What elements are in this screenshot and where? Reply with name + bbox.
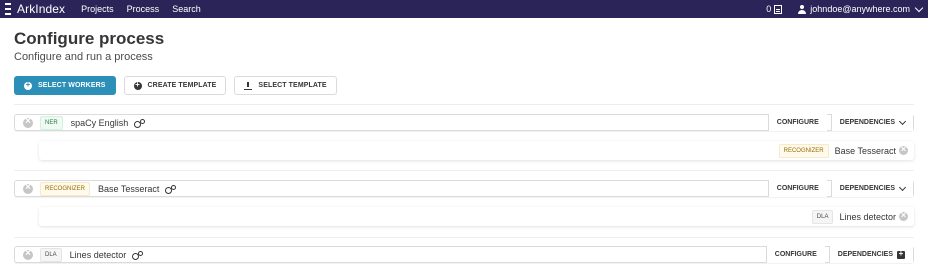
plus-circle-icon [133,80,142,90]
dependencies-label: DEPENDENCIES [837,251,893,258]
configure-button[interactable]: CONFIGURE [767,180,827,197]
nav-link-process[interactable]: Process [127,4,160,14]
navbar-right: 0 johndoe@anywhere.com [766,0,924,18]
worker-type-badge: DLA [40,247,62,262]
dependency-type-badge: DLA [811,209,834,224]
top-navbar: ArkIndex Projects Process Search 0 johnd… [0,0,928,18]
remove-dependency-icon[interactable] [899,210,908,221]
brand[interactable]: ArkIndex [5,2,65,16]
dependencies-button[interactable]: DEPENDENCIES [830,114,913,131]
remove-worker-icon[interactable] [23,182,33,194]
dependencies-button[interactable]: DEPENDENCIES [830,180,913,197]
brand-name: ArkIndex [17,2,66,16]
remove-worker-icon[interactable] [23,248,33,260]
page-title: Configure process [14,29,165,48]
divider [14,237,914,238]
worker-name: Base Tesseract [98,183,160,194]
remove-dependency-icon[interactable] [899,144,908,155]
nav-link-projects[interactable]: Projects [81,4,114,14]
job-counter[interactable]: 0 [766,4,771,14]
dependencies-label: DEPENDENCIES [839,119,895,126]
remove-worker-icon[interactable] [23,116,33,128]
chevron-down-icon[interactable] [914,3,924,12]
gears-icon[interactable] [165,184,177,194]
divider [14,170,914,171]
worker-row-actions: CONFIGURE DEPENDENCIES [765,246,913,263]
select-template-label: SELECT TEMPLATE [258,82,327,89]
worker-type-badge: RECOGNIZER [40,181,91,196]
select-template-button[interactable]: SELECT TEMPLATE [234,76,337,95]
configure-button[interactable]: CONFIGURE [767,114,827,131]
worker-row: RECOGNIZER Base Tesseract CONFIGURE DEPE… [14,180,914,197]
divider [14,104,914,105]
worker-row-actions: CONFIGURE DEPENDENCIES [767,114,913,131]
plus-square-icon [897,249,905,259]
document-icon[interactable] [774,4,783,14]
user-email[interactable]: johndoe@anywhere.com [810,4,910,14]
download-icon [244,81,253,90]
select-workers-label: SELECT WORKERS [38,82,106,89]
page-subtitle: Configure and run a process [14,51,153,63]
worker-row-actions: CONFIGURE DEPENDENCIES [767,180,913,197]
dependency-name: Base Tesseract [834,145,896,156]
worker-row: DLA Lines detector CONFIGURE DEPENDENCIE… [14,246,914,263]
create-template-button[interactable]: CREATE TEMPLATE [123,76,227,95]
dependency-list: DLA Lines detector [39,207,914,226]
chevron-down-icon [898,183,907,191]
create-template-label: CREATE TEMPLATE [147,82,217,89]
dependencies-label: DEPENDENCIES [839,185,895,192]
plus-circle-icon [24,80,32,90]
gears-icon[interactable] [134,118,146,128]
action-buttons: SELECT WORKERS CREATE TEMPLATE SELECT TE… [14,76,345,95]
dependencies-button[interactable]: DEPENDENCIES [828,246,913,263]
dependency-list: RECOGNIZER Base Tesseract [39,141,914,160]
worker-row: NER spaCy English CONFIGURE DEPENDENCIES [14,114,914,131]
gears-icon[interactable] [132,250,144,260]
worker-name: Lines detector [69,249,127,260]
logo-icon [5,3,11,15]
worker-type-badge: NER [40,115,63,130]
dependency-type-badge: RECOGNIZER [778,143,829,158]
configure-button[interactable]: CONFIGURE [765,246,825,263]
select-workers-button[interactable]: SELECT WORKERS [14,76,116,95]
worker-name: spaCy English [70,117,129,128]
nav-link-search[interactable]: Search [172,4,201,14]
dependency-name: Lines detector [839,211,896,222]
chevron-down-icon [898,117,907,125]
user-icon [798,4,807,14]
